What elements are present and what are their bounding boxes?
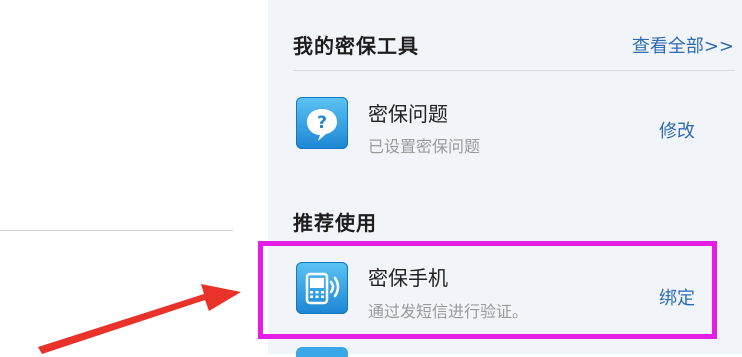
highlight-box <box>258 241 717 339</box>
next-item-icon <box>296 347 348 357</box>
recommended-section-title: 推荐使用 <box>293 211 377 235</box>
question-icon: ? <box>296 97 348 149</box>
left-pane <box>0 0 268 354</box>
header-divider <box>293 70 735 71</box>
security-question-title: 密保问题 <box>368 102 448 126</box>
view-all-link[interactable]: 查看全部>> <box>632 32 734 58</box>
modify-security-question-link[interactable]: 修改 <box>659 117 695 143</box>
security-question-status: 已设置密保问题 <box>368 137 481 156</box>
svg-text:?: ? <box>317 113 327 133</box>
my-security-tools-title: 我的密保工具 <box>293 34 419 58</box>
left-divider <box>0 230 233 231</box>
